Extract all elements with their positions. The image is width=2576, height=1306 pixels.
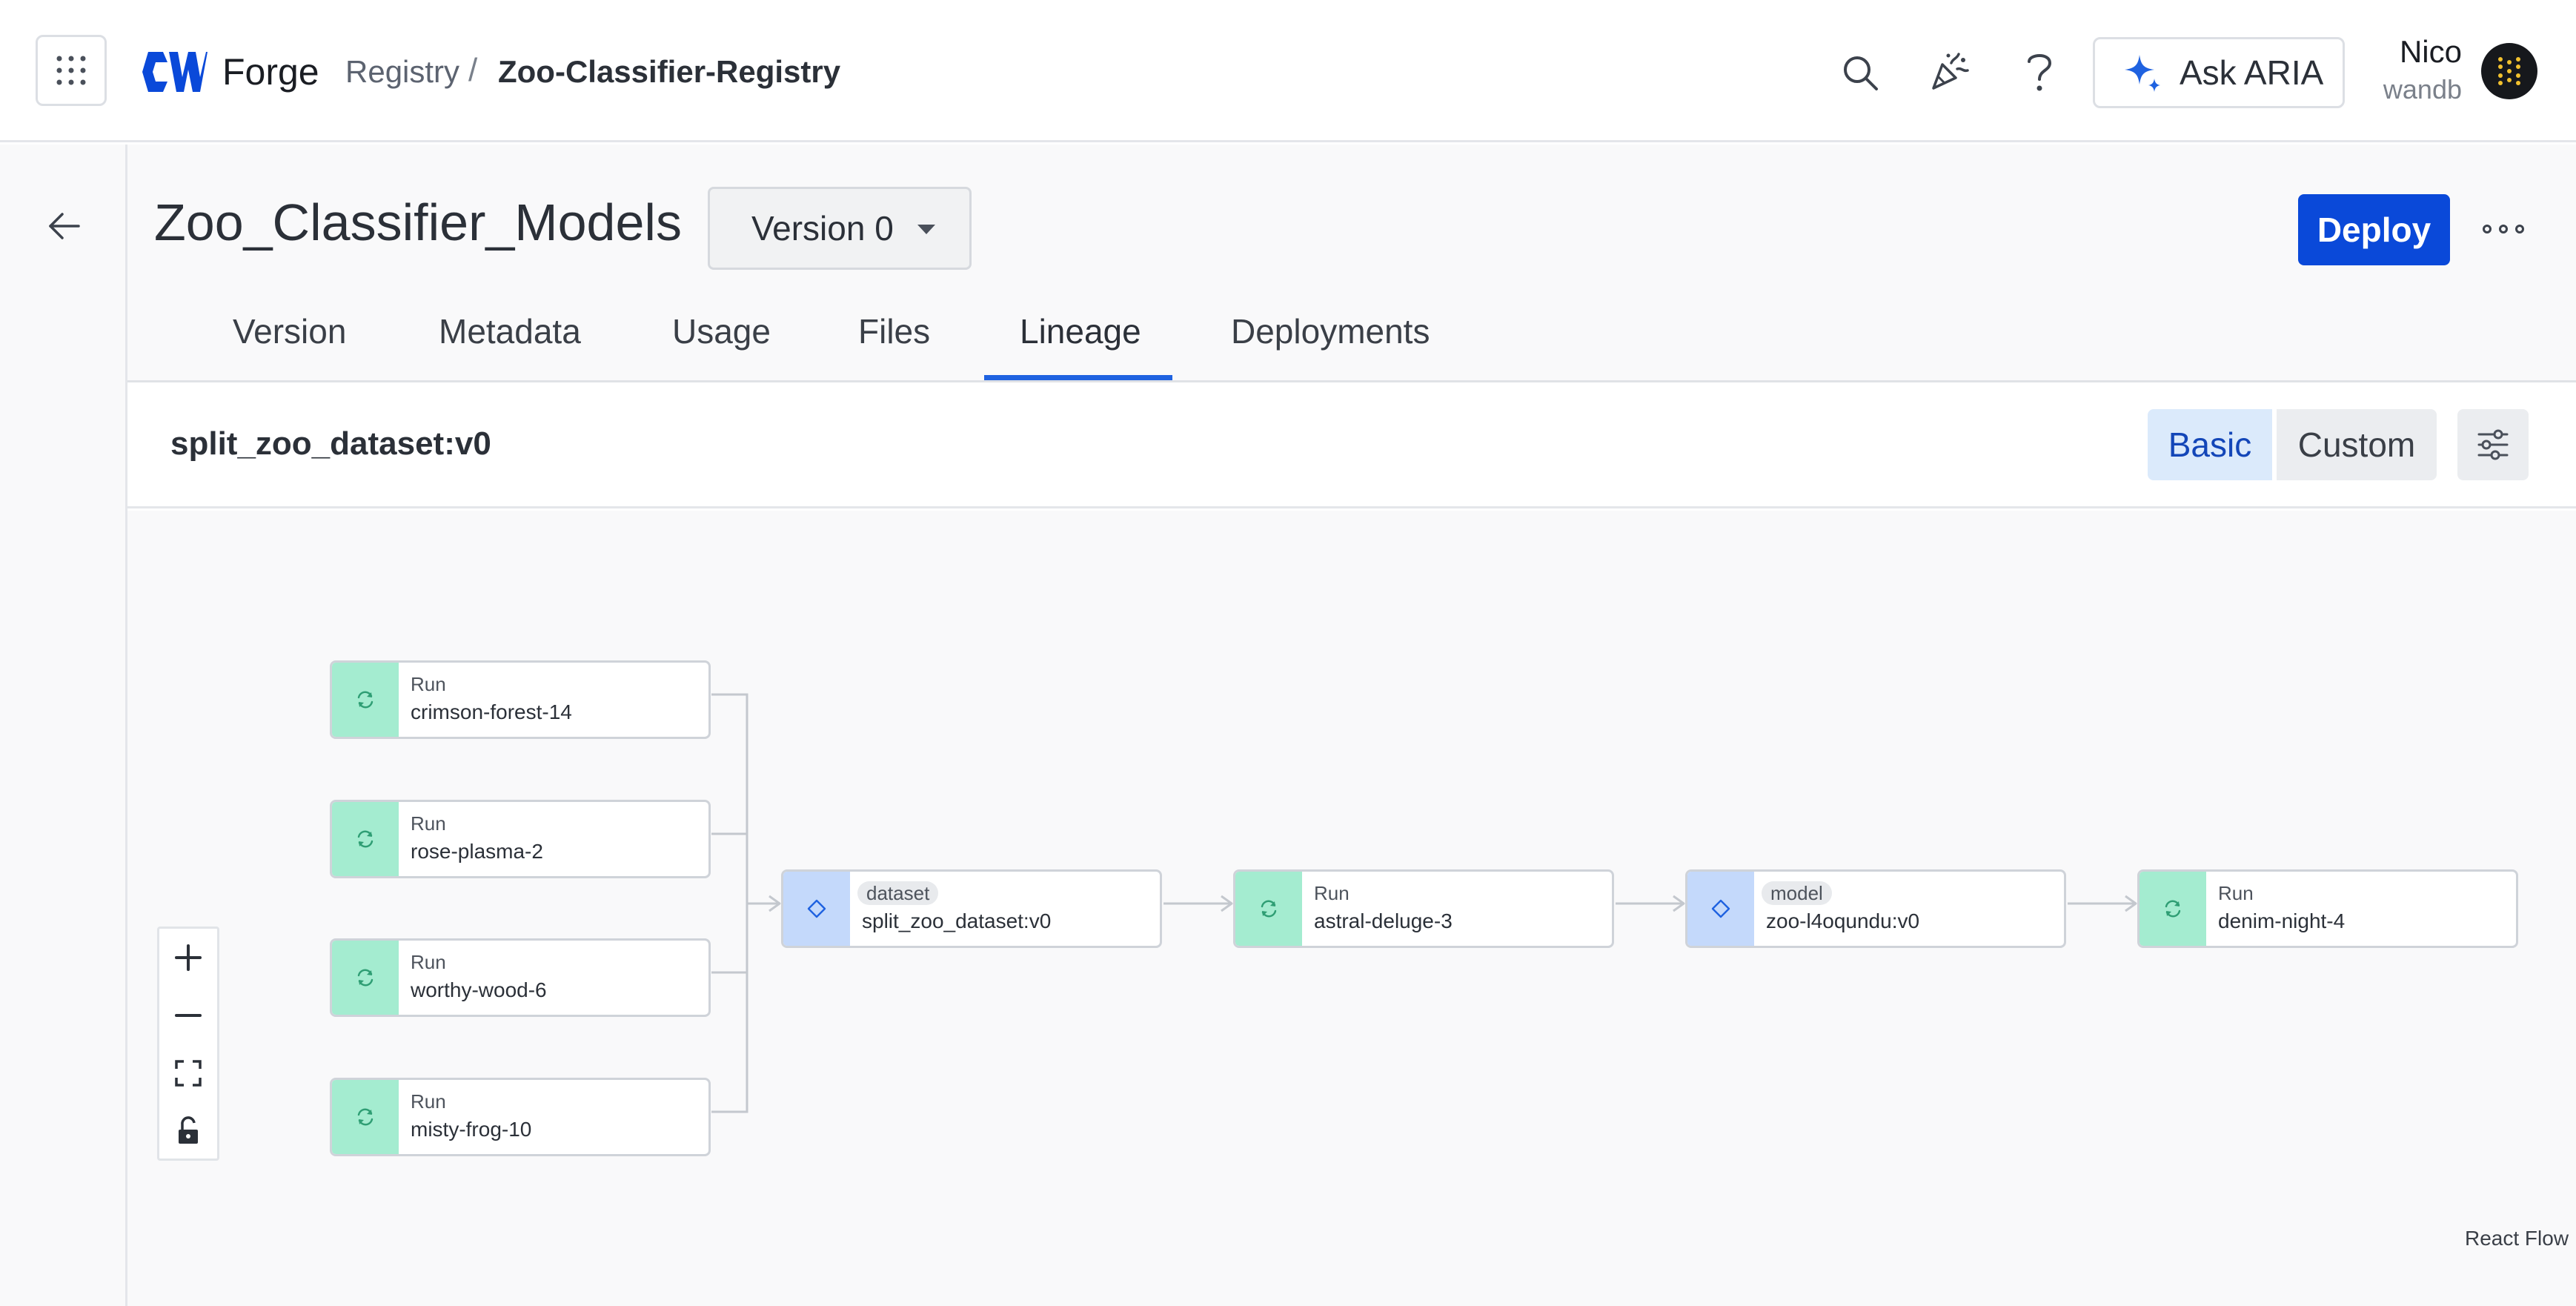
page-title: Zoo_Classifier_Models <box>154 193 682 251</box>
avatar-logo-icon <box>2498 57 2520 85</box>
tab-deployments[interactable]: Deployments <box>1231 311 1430 351</box>
lineage-node-dataset[interactable]: dataset split_zoo_dataset:v0 <box>781 869 1162 948</box>
refresh-icon <box>1261 900 1277 918</box>
user-org: wandb <box>2383 74 2462 105</box>
apps-menu-button[interactable] <box>36 35 107 106</box>
help-button[interactable] <box>2017 46 2062 98</box>
node-type-label: Run <box>411 1090 446 1113</box>
artifact-node-icon-area <box>1687 872 1754 946</box>
node-name: rose-plasma-2 <box>411 840 543 863</box>
view-basic-button[interactable]: Basic <box>2148 409 2272 480</box>
zoom-in-button[interactable] <box>159 929 217 987</box>
run-node-icon-area <box>332 663 399 737</box>
search-icon <box>1844 56 1878 90</box>
diamond-icon <box>1711 899 1730 918</box>
minus-icon <box>175 1014 202 1017</box>
active-tab-indicator <box>984 375 1172 380</box>
lineage-node-run[interactable]: Run crimson-forest-14 <box>330 660 711 739</box>
search-button[interactable] <box>1838 50 1882 95</box>
refresh-icon <box>357 691 374 709</box>
refresh-icon <box>357 830 374 848</box>
node-type-badge: model <box>1762 881 1832 905</box>
node-type-label: Run <box>411 812 446 835</box>
plus-icon <box>175 944 202 971</box>
toggle-lock-button[interactable] <box>159 1102 217 1160</box>
node-type-label: Run <box>411 673 446 695</box>
refresh-icon <box>357 1108 374 1126</box>
ellipsis-dot <box>2499 225 2508 233</box>
node-name: denim-night-4 <box>2218 909 2346 932</box>
sliders-icon <box>2477 429 2509 460</box>
node-name: misty-frog-10 <box>411 1118 532 1141</box>
left-rail <box>0 145 127 1306</box>
tab-lineage[interactable]: Lineage <box>1020 311 1141 351</box>
view-custom-button[interactable]: Custom <box>2277 409 2437 480</box>
fit-view-button[interactable] <box>159 1044 217 1102</box>
node-type-label: Run <box>2218 882 2254 904</box>
ellipsis-dot <box>2515 225 2524 233</box>
run-node-icon-area <box>332 941 399 1015</box>
refresh-icon <box>357 969 374 987</box>
brand-name[interactable]: Forge <box>222 50 319 93</box>
run-node-icon-area <box>332 802 399 876</box>
question-icon <box>2028 54 2052 91</box>
react-flow-attribution[interactable]: React Flow <box>2465 1227 2569 1250</box>
node-type-label: Run <box>411 951 446 973</box>
version-select[interactable]: Version 0 <box>708 187 972 270</box>
tab-version[interactable]: Version <box>233 311 346 351</box>
sparkle-icon <box>2125 55 2160 92</box>
whats-new-button[interactable] <box>1927 49 1971 93</box>
avatar[interactable] <box>2481 43 2537 99</box>
breadcrumb-separator: / <box>468 52 478 88</box>
breadcrumb-registry[interactable]: Registry <box>345 54 459 90</box>
more-options-button[interactable] <box>2483 211 2524 248</box>
caret-down-icon <box>917 225 935 234</box>
diamond-icon <box>807 899 826 918</box>
run-node-icon-area <box>2140 872 2206 946</box>
flow-controls <box>157 927 219 1161</box>
ask-aria-label: Ask ARIA <box>2180 53 2324 92</box>
party-popper-icon <box>1932 53 1969 90</box>
node-type-badge: dataset <box>857 881 939 905</box>
lineage-node-model[interactable]: model zoo-l4oqundu:v0 <box>1685 869 2066 948</box>
node-type-label: Run <box>1314 882 1350 904</box>
node-name: split_zoo_dataset:v0 <box>862 909 1052 932</box>
tab-metadata[interactable]: Metadata <box>439 311 581 351</box>
lineage-title: split_zoo_dataset:v0 <box>170 425 491 462</box>
lineage-node-run[interactable]: Run denim-night-4 <box>2137 869 2518 948</box>
brand-logo[interactable] <box>141 47 208 96</box>
lineage-node-run[interactable]: Run rose-plasma-2 <box>330 800 711 878</box>
lineage-node-run[interactable]: Run worthy-wood-6 <box>330 938 711 1017</box>
run-node-icon-area <box>1235 872 1302 946</box>
tab-usage[interactable]: Usage <box>672 311 771 351</box>
grid-dots-icon <box>56 56 86 85</box>
version-select-value: Version 0 <box>751 209 894 248</box>
run-node-icon-area <box>332 1080 399 1154</box>
unlock-icon <box>179 1116 198 1144</box>
zoom-out-button[interactable] <box>159 987 217 1044</box>
ask-aria-button[interactable]: Ask ARIA <box>2093 37 2345 108</box>
ellipsis-dot <box>2483 225 2492 233</box>
node-name: astral-deluge-3 <box>1314 909 1453 932</box>
lineage-settings-button[interactable] <box>2457 409 2529 480</box>
back-button[interactable] <box>39 200 90 252</box>
refresh-icon <box>2165 900 2181 918</box>
artifact-node-icon-area <box>783 872 850 946</box>
fit-view-icon <box>175 1060 202 1087</box>
node-name: worthy-wood-6 <box>411 978 547 1001</box>
user-name: Nico <box>2399 34 2462 69</box>
tab-files[interactable]: Files <box>858 311 930 351</box>
lineage-node-run[interactable]: Run astral-deluge-3 <box>1233 869 1614 948</box>
breadcrumb-current[interactable]: Zoo-Classifier-Registry <box>498 54 840 90</box>
arrow-left-icon <box>49 213 80 239</box>
node-name: crimson-forest-14 <box>411 700 572 723</box>
node-name: zoo-l4oqundu:v0 <box>1766 909 1920 932</box>
deploy-button[interactable]: Deploy <box>2298 194 2450 265</box>
lineage-node-run[interactable]: Run misty-frog-10 <box>330 1078 711 1156</box>
